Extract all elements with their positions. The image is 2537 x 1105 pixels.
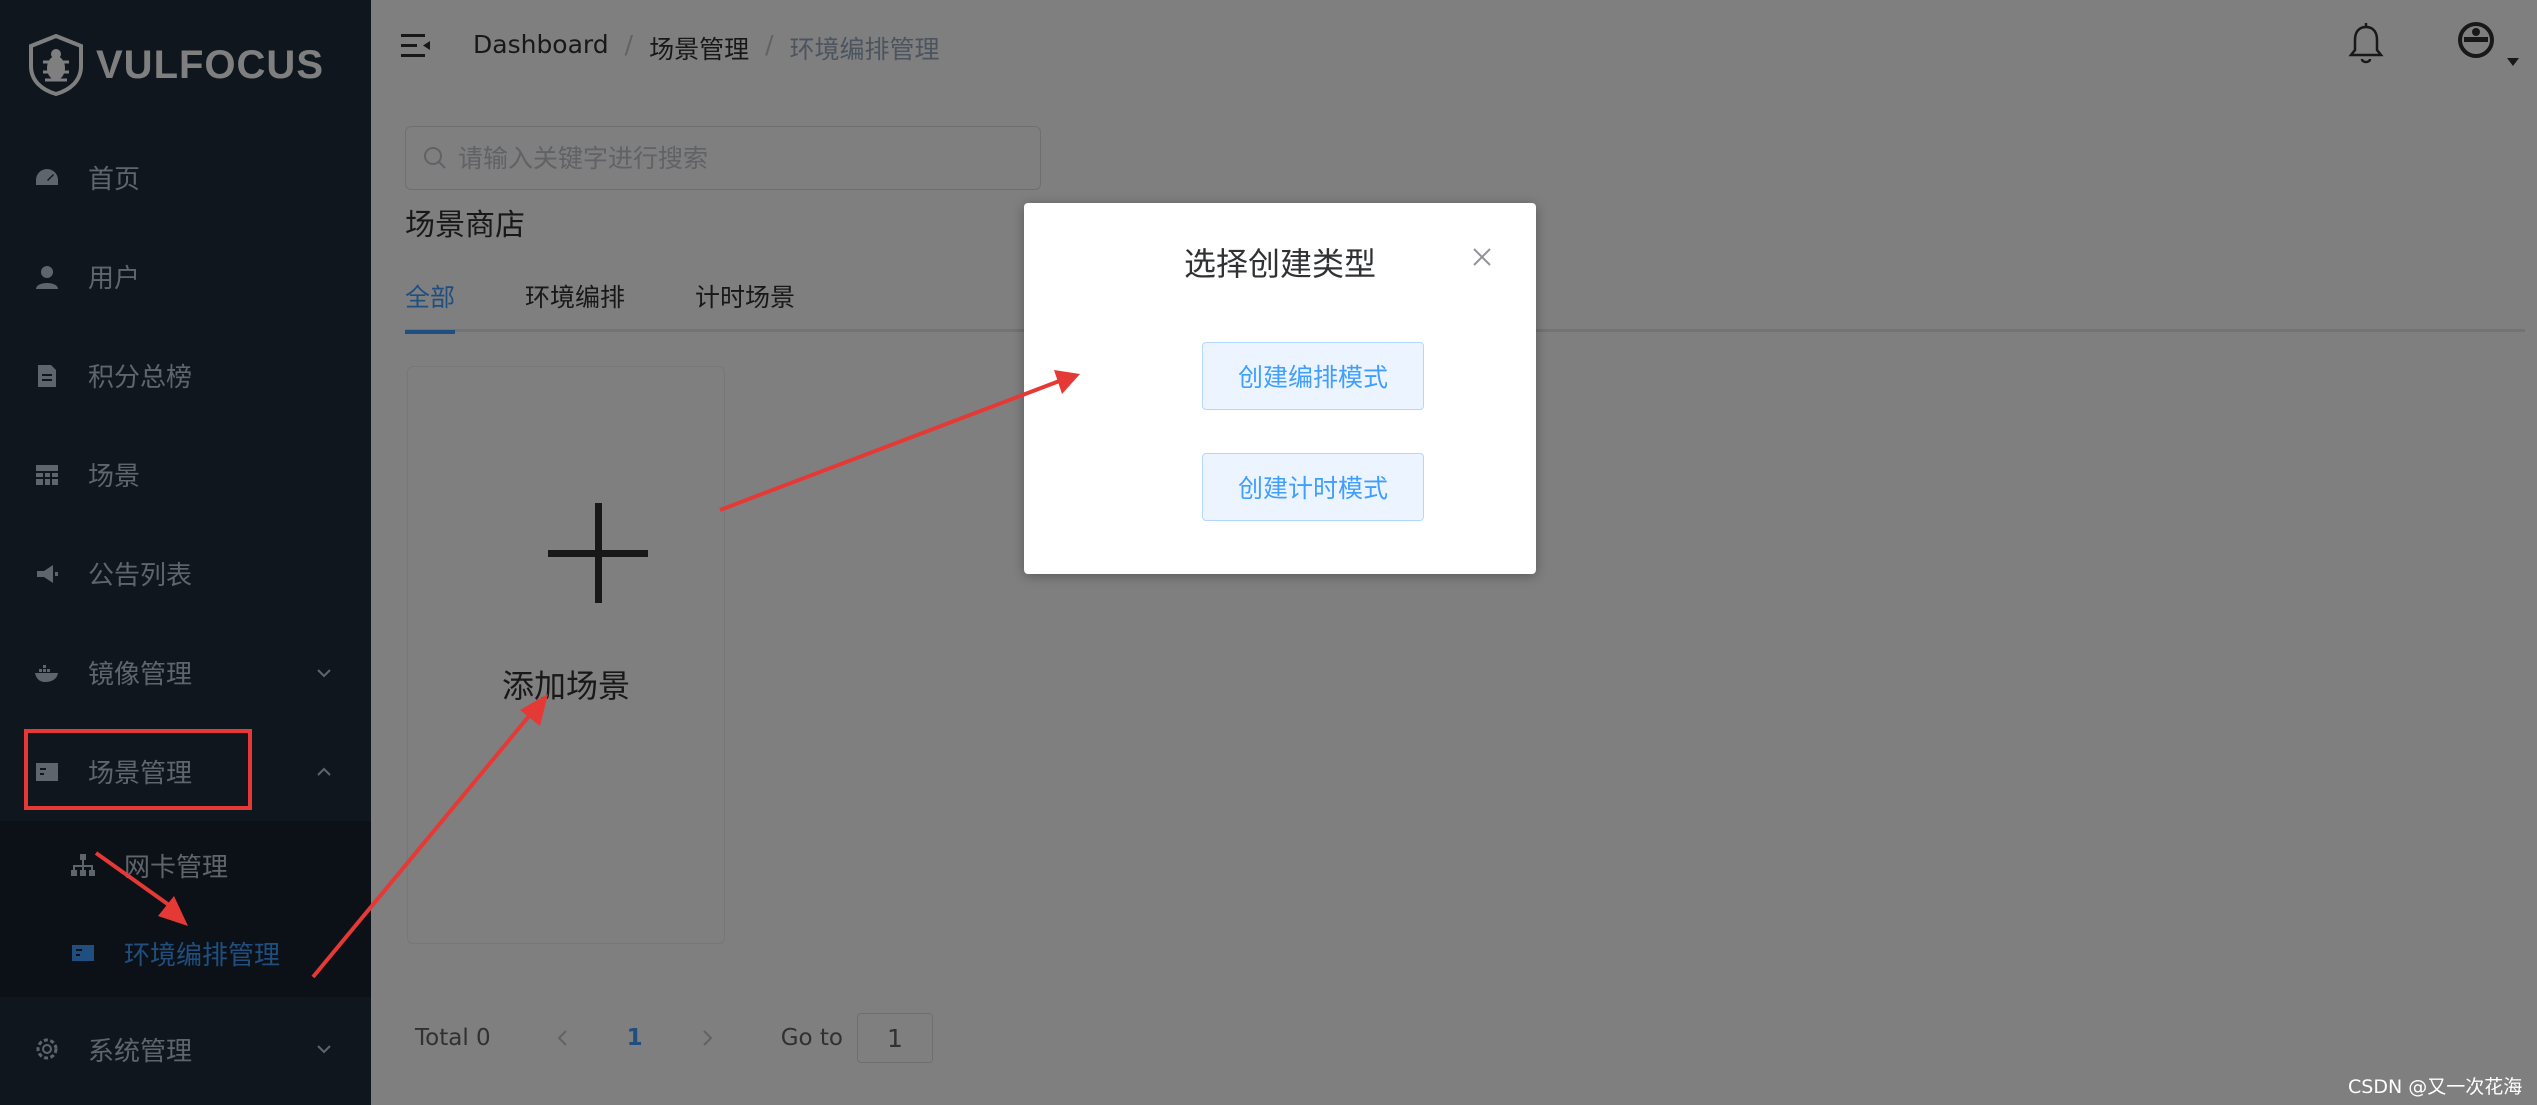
create-orchestration-button[interactable]: 创建编排模式	[1202, 342, 1424, 410]
create-timed-button[interactable]: 创建计时模式	[1202, 453, 1424, 521]
annotation-highlight-box	[24, 729, 252, 810]
dialog-title: 选择创建类型	[1183, 245, 1376, 283]
close-icon[interactable]	[1472, 247, 1492, 267]
watermark: CSDN @又一次花海	[2348, 1076, 2523, 1098]
create-type-dialog: 选择创建类型 创建编排模式 创建计时模式	[1024, 203, 1536, 574]
